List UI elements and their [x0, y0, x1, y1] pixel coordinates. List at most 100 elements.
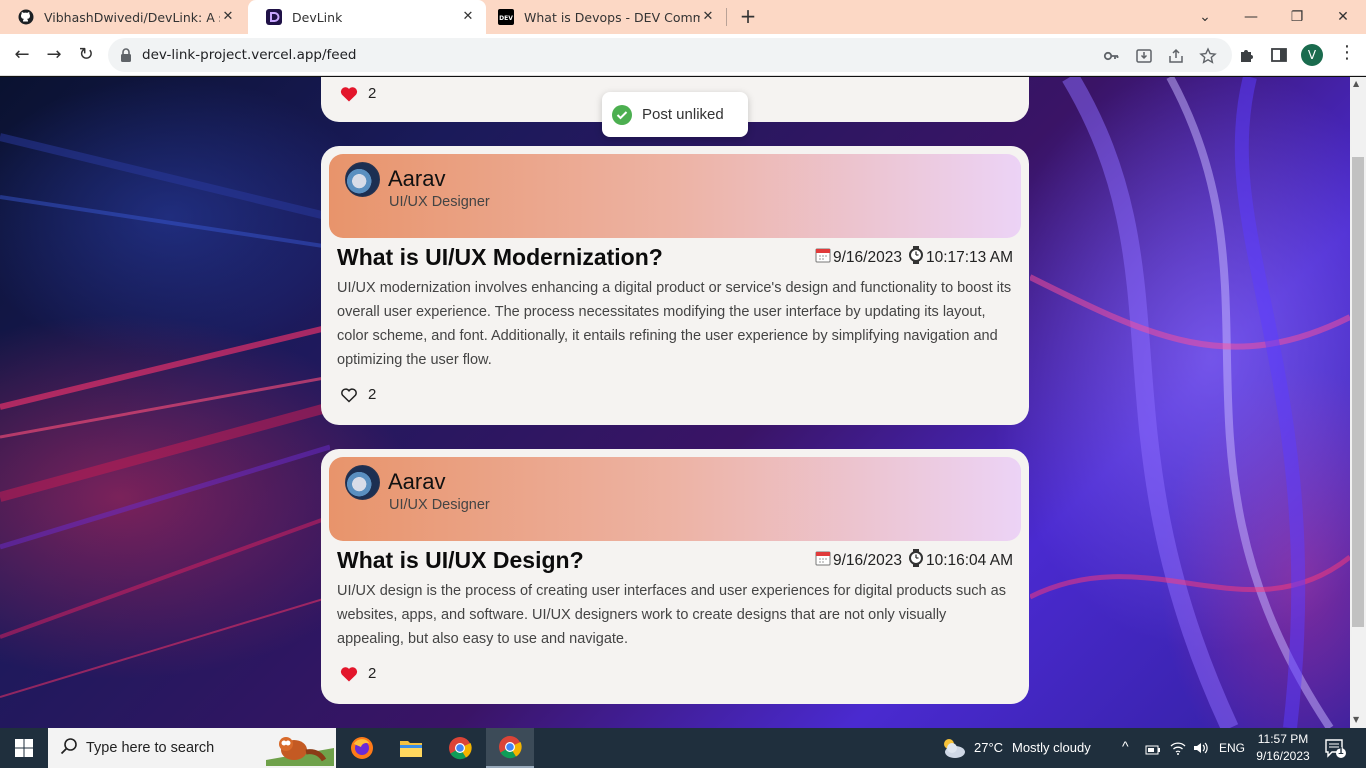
- like-button[interactable]: 2: [340, 665, 376, 682]
- post-header: Aarav UI/UX Designer: [329, 457, 1021, 541]
- more-menu-icon[interactable]: ⋮: [1338, 42, 1356, 63]
- close-icon[interactable]: ✕: [220, 9, 236, 24]
- reload-icon[interactable]: ↻: [74, 43, 98, 67]
- key-icon[interactable]: [1102, 47, 1120, 65]
- tab-title: DevLink: [292, 9, 343, 25]
- address-bar[interactable]: dev-link-project.vercel.app/feed: [108, 38, 1232, 72]
- back-arrow-icon[interactable]: ←: [10, 43, 34, 67]
- post-title: What is UI/UX Modernization?: [337, 244, 663, 270]
- toast-message: Post unliked: [642, 106, 724, 123]
- page-viewport: 2 Aarav UI/UX Designer What is UI/UX Mod…: [0, 77, 1350, 728]
- post-title: What is UI/UX Design?: [337, 547, 584, 573]
- install-app-icon[interactable]: [1135, 47, 1153, 65]
- input-language[interactable]: ENG: [1219, 741, 1245, 755]
- bookmark-star-icon[interactable]: [1199, 47, 1217, 65]
- taskbar-search-box[interactable]: Type here to search: [48, 728, 336, 768]
- url-text[interactable]: dev-link-project.vercel.app/feed: [142, 47, 356, 63]
- weather-cloud-icon[interactable]: [940, 736, 966, 764]
- like-button[interactable]: 2: [340, 85, 376, 102]
- author-name[interactable]: Aarav: [388, 166, 445, 192]
- tab-strip: VibhashDwivedi/DevLink: A socia ✕ DevLin…: [0, 0, 1366, 34]
- heart-filled-icon: [340, 86, 358, 101]
- lock-icon[interactable]: [120, 47, 132, 66]
- tab-github[interactable]: VibhashDwivedi/DevLink: A socia ✕: [0, 0, 246, 34]
- heart-outline-icon: [341, 387, 357, 403]
- svg-text:DEV: DEV: [499, 15, 513, 22]
- clock-time: 11:57 PM: [1257, 732, 1309, 746]
- background-streaks: [0, 133, 330, 698]
- check-circle-icon: [612, 104, 632, 125]
- calendar-icon: [815, 247, 831, 268]
- extensions-puzzle-icon[interactable]: [1238, 46, 1256, 64]
- post-body: UI/UX design is the process of creating …: [337, 583, 1006, 647]
- battery-icon[interactable]: [1145, 741, 1161, 760]
- page-scrollbar[interactable]: ▲ ▼: [1350, 77, 1366, 728]
- post-meta: 9/16/2023 10:17:13 AM: [815, 246, 1013, 269]
- search-highlight-red-panda-icon: [266, 737, 334, 766]
- calendar-icon: [815, 550, 831, 571]
- browser-toolbar: ← → ↻ dev-link-project.vercel.app/feed V…: [0, 34, 1366, 76]
- toast-notification: Post unliked: [602, 92, 748, 137]
- share-icon[interactable]: [1167, 47, 1185, 65]
- watch-icon: [908, 549, 924, 572]
- tab-divider: [726, 8, 727, 26]
- tab-search-chevron-icon[interactable]: ⌄: [1190, 5, 1220, 29]
- author-avatar[interactable]: [345, 162, 380, 197]
- tab-devlink[interactable]: DevLink ✕: [248, 0, 486, 34]
- window-close-button[interactable]: ✕: [1328, 5, 1358, 29]
- post-date: 9/16/2023: [832, 551, 902, 569]
- system-clock[interactable]: 11:57 PM 9/16/2023: [1248, 731, 1318, 765]
- heart-filled-icon: [340, 666, 358, 681]
- like-button[interactable]: 2: [340, 386, 376, 403]
- tab-title: VibhashDwivedi/DevLink: A socia: [44, 9, 220, 25]
- close-icon[interactable]: ✕: [700, 9, 716, 24]
- file-explorer-icon[interactable]: [387, 728, 435, 768]
- notification-count-badge: 1: [1338, 746, 1344, 757]
- like-count: 2: [368, 85, 377, 102]
- post-header: Aarav UI/UX Designer: [329, 154, 1021, 238]
- devlink-icon: [266, 9, 282, 25]
- weather-condition[interactable]: Mostly cloudy: [1012, 740, 1091, 755]
- tab-dev-community[interactable]: DEV What is Devops - DEV Communit ✕: [480, 0, 726, 34]
- side-panel-icon[interactable]: [1270, 46, 1288, 64]
- tray-chevron-up-icon[interactable]: ^: [1122, 738, 1129, 754]
- scroll-up-arrow-icon[interactable]: ▲: [1353, 79, 1359, 88]
- author-role: UI/UX Designer: [389, 497, 490, 513]
- clock-date: 9/16/2023: [1256, 749, 1310, 763]
- scrollbar-thumb[interactable]: [1352, 157, 1364, 627]
- post-card: Aarav UI/UX Designer What is UI/UX Desig…: [321, 449, 1029, 704]
- dev-icon: DEV: [498, 9, 514, 25]
- post-time: 10:16:04 AM: [925, 551, 1013, 569]
- restore-button[interactable]: ❐: [1282, 5, 1312, 29]
- close-icon[interactable]: ✕: [460, 9, 476, 24]
- like-count: 2: [368, 386, 377, 403]
- github-icon: [18, 9, 34, 25]
- wifi-icon[interactable]: [1170, 740, 1186, 759]
- chrome-icon[interactable]: [436, 728, 484, 768]
- like-count: 2: [368, 665, 377, 682]
- search-placeholder: Type here to search: [86, 740, 215, 756]
- post-meta: 9/16/2023 10:16:04 AM: [815, 549, 1013, 572]
- new-tab-button[interactable]: +: [736, 4, 760, 28]
- author-name[interactable]: Aarav: [388, 469, 445, 495]
- post-date: 9/16/2023: [832, 248, 902, 266]
- scroll-down-arrow-icon[interactable]: ▼: [1353, 715, 1359, 724]
- background-swirl: [1030, 77, 1350, 728]
- firefox-icon[interactable]: [338, 728, 386, 768]
- post-body: UI/UX modernization involves enhancing a…: [337, 280, 1012, 368]
- tab-title: What is Devops - DEV Communit: [524, 9, 700, 25]
- volume-icon[interactable]: [1193, 740, 1209, 759]
- windows-taskbar: Type here to search 27°C Mostly cloudy ^…: [0, 728, 1366, 768]
- search-icon: [60, 737, 78, 759]
- minimize-button[interactable]: —: [1236, 5, 1266, 29]
- watch-icon: [908, 246, 924, 269]
- profile-avatar[interactable]: V: [1301, 44, 1323, 66]
- windows-start-icon[interactable]: [0, 728, 48, 768]
- post-card: Aarav UI/UX Designer What is UI/UX Moder…: [321, 146, 1029, 425]
- chrome-active-icon[interactable]: [486, 728, 534, 768]
- weather-temperature[interactable]: 27°C: [974, 740, 1003, 755]
- forward-arrow-icon[interactable]: →: [42, 43, 66, 67]
- author-role: UI/UX Designer: [389, 194, 490, 210]
- post-time: 10:17:13 AM: [925, 248, 1013, 266]
- author-avatar[interactable]: [345, 465, 380, 500]
